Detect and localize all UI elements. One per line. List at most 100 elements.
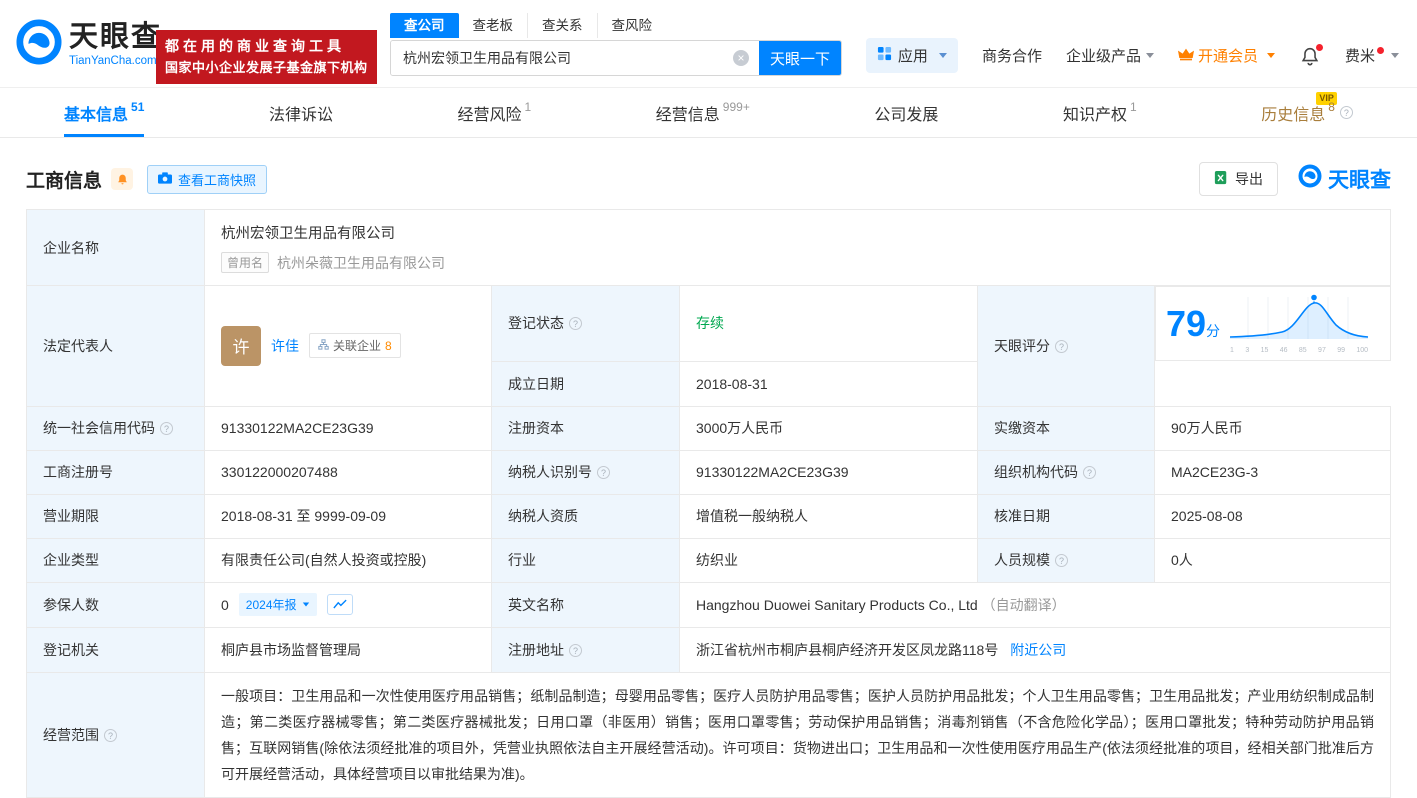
nav-open-vip[interactable]: 开通会员	[1177, 45, 1275, 66]
logo-domain: TianYanCha.com	[69, 54, 157, 67]
help-icon[interactable]	[1055, 554, 1068, 567]
former-name-tag: 曾用名	[221, 252, 270, 273]
main-content: 工商信息 查看工商快照 导出 天眼查 企业名称 杭州宏领卫生用品有限公司 曾用名…	[0, 162, 1417, 798]
value-company-name: 杭州宏领卫生用品有限公司 曾用名 杭州朵薇卫生用品有限公司	[204, 209, 1391, 286]
help-icon[interactable]	[1339, 106, 1353, 119]
help-icon[interactable]	[597, 466, 610, 479]
crown-icon	[1177, 47, 1194, 65]
label-credit-code: 统一社会信用代码	[26, 405, 205, 451]
value-taxpayer-id: 91330122MA2CE23G39	[679, 449, 978, 495]
user-dot	[1377, 47, 1384, 54]
label-org-code: 组织机构代码	[977, 449, 1155, 495]
tab-intellectual-property[interactable]: 知识产权 1	[1063, 88, 1137, 137]
value-paid-capital: 90万人民币	[1154, 405, 1391, 451]
value-taxpayer-quality: 增值税一般纳税人	[679, 493, 978, 539]
tab-legal-proceedings[interactable]: 法律诉讼	[269, 88, 333, 137]
value-registration-number: 330122000207488	[204, 449, 492, 495]
export-label: 导出	[1235, 171, 1263, 187]
label-legal-representative: 法定代表人	[26, 285, 205, 407]
annual-report-tag[interactable]: 2024年报	[238, 593, 317, 616]
tab-badge: 51	[131, 99, 145, 114]
table-row: 法定代表人 许 许佳 关联企业 8 登记状态? 存续 天眼评分? 79分 1 3…	[26, 285, 1391, 407]
table-row: 统一社会信用代码 91330122MA2CE23G39 注册资本 3000万人民…	[26, 405, 1391, 451]
tab-badge: 999+	[722, 99, 750, 114]
value-staff-size: 0人	[1154, 537, 1391, 583]
notification-dot	[1315, 43, 1323, 51]
table-row: 登记机关 桐庐县市场监督管理局 注册地址 浙江省杭州市桐庐县桐庐经济开发区凤龙路…	[26, 626, 1391, 673]
help-icon[interactable]	[1083, 466, 1096, 479]
apps-grid-icon	[877, 46, 892, 65]
tab-label: 经营信息	[655, 106, 720, 124]
related-companies-count: 8	[385, 338, 392, 353]
label-taxpayer-id: 纳税人识别号	[491, 449, 680, 495]
tab-history-info[interactable]: VIP 历史信息 8	[1261, 88, 1353, 137]
section-actions: 导出 天眼查	[1199, 162, 1391, 196]
legal-rep-link[interactable]: 许佳	[271, 336, 299, 356]
user-menu[interactable]: 费米	[1345, 45, 1399, 66]
search-tab-relation[interactable]: 查关系	[527, 13, 597, 38]
avatar[interactable]: 许	[221, 325, 261, 366]
alert-bell-icon[interactable]	[111, 168, 134, 190]
score-axis-ticks: 13 15 46 85 97 99 100	[1230, 347, 1369, 354]
label-registration-number: 工商注册号	[26, 449, 205, 495]
tab-company-development[interactable]: 公司发展	[874, 88, 938, 137]
business-info-table: 企业名称 杭州宏领卫生用品有限公司 曾用名 杭州朵薇卫生用品有限公司 法定代表人…	[26, 209, 1391, 798]
table-row: 企业名称 杭州宏领卫生用品有限公司 曾用名 杭州朵薇卫生用品有限公司	[26, 209, 1391, 286]
apps-menu[interactable]: 应用	[865, 38, 958, 73]
notifications-bell-icon[interactable]	[1299, 43, 1323, 67]
org-structure-icon	[318, 339, 329, 353]
value-credit-code: 91330122MA2CE23G39	[204, 405, 492, 451]
help-icon[interactable]	[160, 422, 173, 435]
label-staff-size: 人员规模	[977, 537, 1155, 583]
search-input[interactable]	[391, 41, 759, 75]
tab-basic-info[interactable]: 基本信息 51	[64, 88, 145, 137]
status-badge: 存续	[696, 315, 724, 332]
related-companies-tag[interactable]: 关联企业 8	[309, 333, 401, 359]
search-button[interactable]: 天眼一下	[759, 41, 841, 75]
label-registered-address: 注册地址	[491, 626, 680, 673]
tab-label: 知识产权	[1062, 106, 1127, 124]
nav-business-cooperation[interactable]: 商务合作	[982, 45, 1042, 66]
help-icon[interactable]	[1055, 339, 1068, 353]
help-icon[interactable]	[569, 317, 582, 331]
table-row: 企业类型 有限责任公司(自然人投资或控股) 行业 纺织业 人员规模 0人	[26, 537, 1391, 583]
clear-icon[interactable]	[733, 50, 749, 66]
tab-operating-risk[interactable]: 经营风险 1	[458, 88, 532, 137]
camera-icon	[158, 171, 173, 187]
enterprise-label: 企业级产品	[1065, 48, 1141, 65]
value-tianyan-score[interactable]: 79分 13 15 46 85 97 99 100	[1155, 286, 1391, 361]
search-tab-risk[interactable]: 查风险	[596, 13, 667, 38]
username: 费米	[1344, 48, 1375, 65]
former-name: 杭州朵薇卫生用品有限公司	[277, 254, 446, 271]
value-english-name: Hangzhou Duowei Sanitary Products Co., L…	[679, 581, 1391, 628]
value-company-type: 有限责任公司(自然人投资或控股)	[204, 537, 492, 583]
value-org-code: MA2CE23G-3	[1154, 449, 1391, 495]
table-row: 参保人数 0 2024年报 英文名称 Hangzhou Duowei Sanit…	[26, 581, 1391, 628]
nav-enterprise-products[interactable]: 企业级产品	[1066, 45, 1154, 66]
search-tabs: 查公司 查老板 查关系 查风险	[390, 13, 842, 38]
help-icon[interactable]	[569, 643, 582, 657]
snapshot-button[interactable]: 查看工商快照	[147, 164, 268, 194]
tab-operating-info[interactable]: 经营信息 999+	[656, 88, 750, 137]
promo-banner[interactable]: 都在用的商业查询工具 国家中小企业发展子基金旗下机构	[156, 30, 377, 84]
nearby-companies-link[interactable]: 附近公司	[1010, 642, 1066, 658]
search-tab-boss[interactable]: 查老板	[459, 13, 528, 38]
auto-translate-tag: （自动翻译）	[981, 596, 1066, 613]
site-logo[interactable]: 天眼查 TianYanCha.com	[16, 19, 162, 70]
search-tab-company[interactable]: 查公司	[390, 13, 459, 38]
chevron-down-icon	[302, 602, 309, 607]
label-registration-authority: 登记机关	[26, 626, 205, 673]
tab-badge: 1	[1129, 99, 1137, 114]
chevron-down-icon	[1145, 53, 1154, 58]
section-title: 工商信息	[26, 170, 103, 192]
chevron-down-icon	[1391, 53, 1399, 58]
trend-chart-icon[interactable]	[326, 594, 353, 615]
tab-label: 基本信息	[64, 106, 129, 124]
value-registered-capital: 3000万人民币	[679, 405, 978, 451]
tab-badge: 8	[1328, 99, 1335, 114]
help-icon[interactable]	[104, 728, 117, 742]
label-paid-capital: 实缴资本	[977, 405, 1155, 451]
promo-banner-line1: 都在用的商业查询工具	[165, 38, 345, 54]
label-company-type: 企业类型	[26, 537, 205, 583]
export-button[interactable]: 导出	[1199, 162, 1278, 196]
